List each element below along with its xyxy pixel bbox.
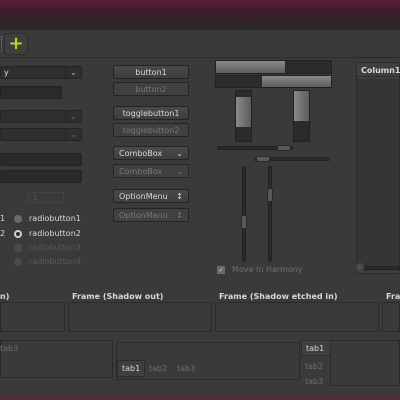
hscale-1-slider[interactable]: [277, 145, 291, 151]
frame-shadow-out: [68, 302, 212, 332]
text-entry-disabled: [0, 170, 82, 183]
toolbar: +: [0, 30, 400, 58]
button2: button2: [113, 82, 189, 96]
progress-bar-vertical: [235, 90, 252, 142]
combo-box-entry-text: y: [4, 68, 9, 77]
progress-bar-horizontal: [215, 60, 332, 74]
combobox-button[interactable]: ComboBox ⌄: [113, 146, 189, 160]
chevron-down-icon: ⌄: [176, 148, 183, 158]
combo-box-entry[interactable]: y ⌄: [0, 66, 82, 79]
progress-fill: [262, 76, 331, 87]
notebook-mid-tab3[interactable]: tab3: [177, 362, 195, 374]
optionmenu-button[interactable]: OptionMenu ↕: [113, 189, 189, 203]
radio-left-2-label: 2: [0, 229, 6, 238]
vscale-2-slider[interactable]: [267, 188, 273, 202]
plus-icon: +: [8, 33, 24, 54]
frame-title-shadow-out: Frame (Shadow out): [72, 292, 164, 301]
checkbox-move-in-harmony: ✓ Move In Harmony: [217, 265, 303, 274]
window-bottom-edge: [0, 392, 400, 400]
hscale-2-slider[interactable]: [256, 156, 270, 162]
togglebutton2: togglebutton2: [113, 123, 189, 137]
chevron-down-icon: ⌄: [65, 111, 81, 122]
combo-entry-disabled: [0, 86, 62, 99]
radio-indicator-disabled: [14, 257, 22, 266]
combobox-label: ComboBox: [119, 166, 163, 176]
radiobutton1-label: radiobutton1: [29, 214, 81, 223]
button1[interactable]: button1: [113, 65, 189, 79]
radiobutton3: radiobutton3: [14, 243, 81, 252]
notebook-right-tab2[interactable]: tab2: [305, 360, 323, 372]
frame-shadow-etched-in: [215, 302, 379, 332]
progress-bar-vertical-2: [293, 90, 310, 142]
window-titlebar: [0, 0, 400, 30]
check-icon: ✓: [217, 265, 225, 274]
notebook-right-tab3[interactable]: tab3: [305, 376, 323, 386]
vscale-1[interactable]: [242, 166, 246, 262]
toolbar-separator: [1, 36, 3, 52]
vscale-1-slider[interactable]: [241, 215, 247, 229]
tree-body: [357, 79, 399, 271]
notebook-mid-tab1[interactable]: tab1: [117, 360, 145, 377]
frame-4: [382, 302, 400, 332]
optionmenu-button-disabled: OptionMenu ↕: [113, 208, 189, 222]
chevron-down-icon: ⌄: [176, 166, 183, 176]
radiobutton4: radiobutton4: [14, 257, 81, 266]
radio-left-1-label: 1: [0, 214, 6, 223]
progress-bar-horizontal-2: [215, 75, 332, 88]
checkbox-label: Move In Harmony: [232, 265, 303, 274]
updown-icon: ↕: [176, 210, 183, 220]
frame-title-shadow-etched-in: Frame (Shadow etched in): [219, 292, 338, 301]
radiobutton4-label: radiobutton4: [29, 257, 81, 266]
radio-indicator-disabled: [14, 243, 22, 252]
frame-title-4: Fra: [386, 292, 400, 301]
optionmenu-label: OptionMenu: [119, 191, 168, 201]
tree-column1-header[interactable]: Column1: [357, 63, 400, 77]
frame-title-0: n): [0, 292, 10, 301]
combo-box-disabled: ⌄: [0, 110, 82, 123]
updown-icon: ↕: [176, 191, 183, 201]
notebook-left-tab3[interactable]: tab3: [0, 342, 18, 354]
chevron-down-icon[interactable]: ⌄: [65, 67, 81, 78]
notebook-mid-tab2[interactable]: tab2: [149, 362, 167, 374]
progress-fill: [236, 97, 251, 127]
progress-fill: [294, 91, 309, 121]
combobox-label: ComboBox: [119, 148, 163, 158]
radiobutton1[interactable]: radiobutton1: [14, 214, 81, 223]
combobox-button-disabled: ComboBox ⌄: [113, 164, 189, 178]
combo-box-disabled-2: ⌄: [0, 128, 82, 141]
tree-hscrollbar[interactable]: [362, 266, 400, 270]
togglebutton1[interactable]: togglebutton1: [113, 106, 189, 120]
radio-left-1[interactable]: 1: [0, 214, 5, 223]
frame-0: [0, 302, 65, 332]
progress-fill: [216, 61, 285, 73]
spin-button-disabled: 1: [28, 192, 64, 203]
optionmenu-label: OptionMenu: [119, 210, 168, 220]
radio-indicator-selected: [14, 229, 22, 238]
radiobutton2[interactable]: radiobutton2: [14, 229, 81, 238]
chevron-down-icon: ⌄: [65, 129, 81, 140]
notebook-right: [330, 340, 400, 386]
text-entry[interactable]: [0, 153, 82, 166]
spin-value: 1: [33, 193, 39, 202]
add-button[interactable]: +: [4, 33, 28, 55]
radiobutton2-label: radiobutton2: [29, 229, 81, 238]
vscale-2[interactable]: [268, 166, 272, 262]
notebook-right-tab1[interactable]: tab1: [301, 340, 331, 356]
radiobutton3-label: radiobutton3: [29, 243, 81, 252]
tree-view[interactable]: Column1: [356, 62, 400, 274]
tree-scroll-button[interactable]: [356, 263, 364, 271]
radio-indicator: [14, 214, 22, 223]
radio-left-2[interactable]: 2: [0, 229, 5, 238]
